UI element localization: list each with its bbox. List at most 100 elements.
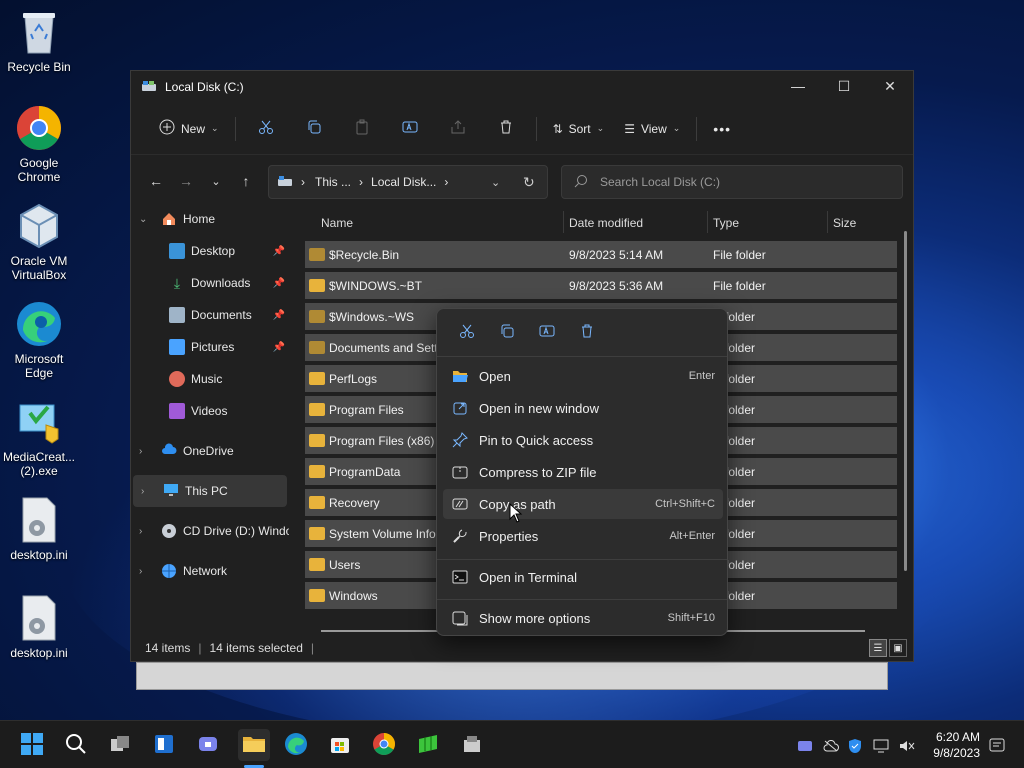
column-header-date[interactable]: Date modified: [569, 216, 643, 230]
desktop-icon-edge[interactable]: Microsoft Edge: [1, 300, 77, 380]
desktop-icon-google-chrome[interactable]: Google Chrome: [1, 104, 77, 184]
see-more-button[interactable]: •••: [703, 113, 741, 145]
documents-icon: [169, 307, 185, 323]
maximize-button[interactable]: ☐: [821, 71, 867, 101]
details-view-button[interactable]: ☰: [869, 639, 887, 657]
sidebar-item-downloads[interactable]: ⤓ Downloads 📌: [131, 267, 289, 299]
menu-item-properties[interactable]: Properties Alt+Enter: [443, 521, 723, 551]
menu-item-open-terminal[interactable]: Open in Terminal: [443, 562, 723, 592]
chevron-down-icon: ⌄: [211, 175, 221, 188]
recent-locations-button[interactable]: ⌄: [201, 166, 231, 196]
sidebar-item-documents[interactable]: Documents 📌: [131, 299, 289, 331]
breadcrumb-separator: ›: [444, 175, 449, 189]
selected-count: 14 items selected: [209, 641, 303, 655]
folder-icon: [309, 279, 325, 292]
sidebar-item-videos[interactable]: Videos: [131, 395, 289, 427]
address-history-button[interactable]: ⌄: [491, 176, 500, 189]
widgets-button[interactable]: [150, 731, 178, 759]
notification-icon[interactable]: [988, 737, 1006, 755]
menu-separator: [437, 599, 727, 600]
file-row[interactable]: $WINDOWS.~BT 9/8/2023 5:36 AM File folder: [305, 272, 897, 299]
rename-button[interactable]: [386, 113, 434, 145]
installer-taskbar-button[interactable]: [458, 731, 486, 759]
context-cut-button[interactable]: [447, 316, 487, 350]
vertical-scrollbar[interactable]: [904, 231, 907, 571]
forward-button[interactable]: →: [171, 166, 201, 196]
sidebar-item-network[interactable]: › Network: [131, 555, 289, 587]
edge-taskbar-button[interactable]: [282, 731, 310, 759]
file-explorer-taskbar-button[interactable]: [238, 729, 270, 761]
sidebar-item-onedrive[interactable]: › OneDrive: [131, 435, 289, 467]
back-button[interactable]: ←: [141, 166, 171, 196]
view-button[interactable]: ☰ View ⌄: [614, 113, 690, 145]
paste-button[interactable]: [338, 113, 386, 145]
desktop-icon-mediacreation[interactable]: MediaCreat... (2).exe: [1, 398, 77, 478]
close-button[interactable]: ✕: [867, 71, 913, 101]
sidebar-item-this-pc[interactable]: › This PC: [133, 475, 287, 507]
context-copy-button[interactable]: [487, 316, 527, 350]
copy-button[interactable]: [290, 113, 338, 145]
refresh-button[interactable]: ↻: [523, 174, 535, 191]
volume-muted-icon[interactable]: [898, 737, 916, 755]
menu-item-show-more-options[interactable]: Show more options Shift+F10: [443, 603, 723, 633]
share-button[interactable]: [434, 113, 482, 145]
column-header-name[interactable]: Name: [321, 216, 353, 230]
up-button[interactable]: ↑: [231, 166, 261, 196]
file-type: folder: [725, 495, 756, 510]
file-date: 9/8/2023 5:36 AM: [569, 278, 664, 293]
breadcrumb-this-pc[interactable]: This ...: [315, 175, 351, 189]
sort-button[interactable]: ⇅ Sort ⌄: [543, 113, 615, 145]
minimize-button[interactable]: ―: [775, 71, 821, 101]
share-icon: [450, 119, 466, 138]
desktop-icon-label: Google Chrome: [17, 156, 61, 184]
sidebar-item-cd-drive[interactable]: › CD Drive (D:) Windo: [131, 515, 289, 547]
context-delete-button[interactable]: [567, 316, 607, 350]
app-taskbar-button[interactable]: [414, 731, 442, 759]
column-header-type[interactable]: Type: [713, 216, 739, 230]
sidebar-item-home[interactable]: ⌄ Home: [131, 203, 289, 235]
folder-icon: [309, 434, 325, 447]
file-name: Users: [329, 557, 361, 572]
title-bar[interactable]: Local Disk (C:) ― ☐ ✕: [131, 71, 913, 103]
menu-item-label: Show more options: [479, 610, 591, 626]
start-button[interactable]: [18, 731, 46, 759]
chrome-taskbar-button[interactable]: [370, 731, 398, 759]
new-button[interactable]: New ⌄: [149, 113, 229, 145]
folder-icon: [309, 248, 325, 261]
menu-item-label: Open in new window: [479, 400, 599, 416]
sidebar-item-pictures[interactable]: Pictures 📌: [131, 331, 289, 363]
task-view-button[interactable]: [106, 731, 134, 759]
search-placeholder: Search Local Disk (C:): [600, 175, 721, 189]
chat-button[interactable]: [194, 731, 222, 759]
store-taskbar-button[interactable]: [326, 731, 354, 759]
menu-item-copy-as-path[interactable]: Copy as path Ctrl+Shift+C: [443, 489, 723, 519]
sidebar-item-music[interactable]: Music: [131, 363, 289, 395]
context-rename-button[interactable]: [527, 316, 567, 350]
menu-item-shortcut: Shift+F10: [667, 612, 715, 624]
network-tray-icon[interactable]: [872, 737, 890, 755]
search-box[interactable]: Search Local Disk (C:): [561, 165, 903, 199]
menu-item-open-new-window[interactable]: Open in new window: [443, 393, 723, 423]
system-clock[interactable]: 6:20 AM 9/8/2023: [933, 729, 980, 761]
menu-item-open[interactable]: Open Enter: [443, 361, 723, 391]
menu-item-pin-quick-access[interactable]: Pin to Quick access: [443, 425, 723, 455]
cut-button[interactable]: [242, 113, 290, 145]
desktop-icon-recycle-bin[interactable]: Recycle Bin: [1, 8, 77, 74]
file-name: Recovery: [329, 495, 380, 510]
desktop-icon-desktop-ini[interactable]: desktop.ini: [1, 496, 77, 562]
tiles-view-button[interactable]: ▣: [889, 639, 907, 657]
desktop-icon-virtualbox[interactable]: Oracle VM VirtualBox: [1, 202, 77, 282]
desktop-icon-desktop-ini-2[interactable]: desktop.ini: [1, 594, 77, 660]
column-header-size[interactable]: Size: [833, 216, 856, 230]
onedrive-tray-icon[interactable]: [822, 737, 840, 755]
menu-item-compress-zip[interactable]: Compress to ZIP file: [443, 457, 723, 487]
delete-button[interactable]: [482, 113, 530, 145]
file-row[interactable]: $Recycle.Bin 9/8/2023 5:14 AM File folder: [305, 241, 897, 268]
breadcrumb-local-disk[interactable]: Local Disk...: [371, 175, 436, 189]
address-bar[interactable]: › This ... › Local Disk... › ⌄ ↻: [268, 165, 548, 199]
search-button[interactable]: [62, 731, 90, 759]
security-tray-icon[interactable]: [846, 737, 864, 755]
trash-icon: [498, 119, 514, 138]
sidebar-item-desktop[interactable]: Desktop 📌: [131, 235, 289, 267]
teams-tray-icon[interactable]: [796, 737, 814, 755]
